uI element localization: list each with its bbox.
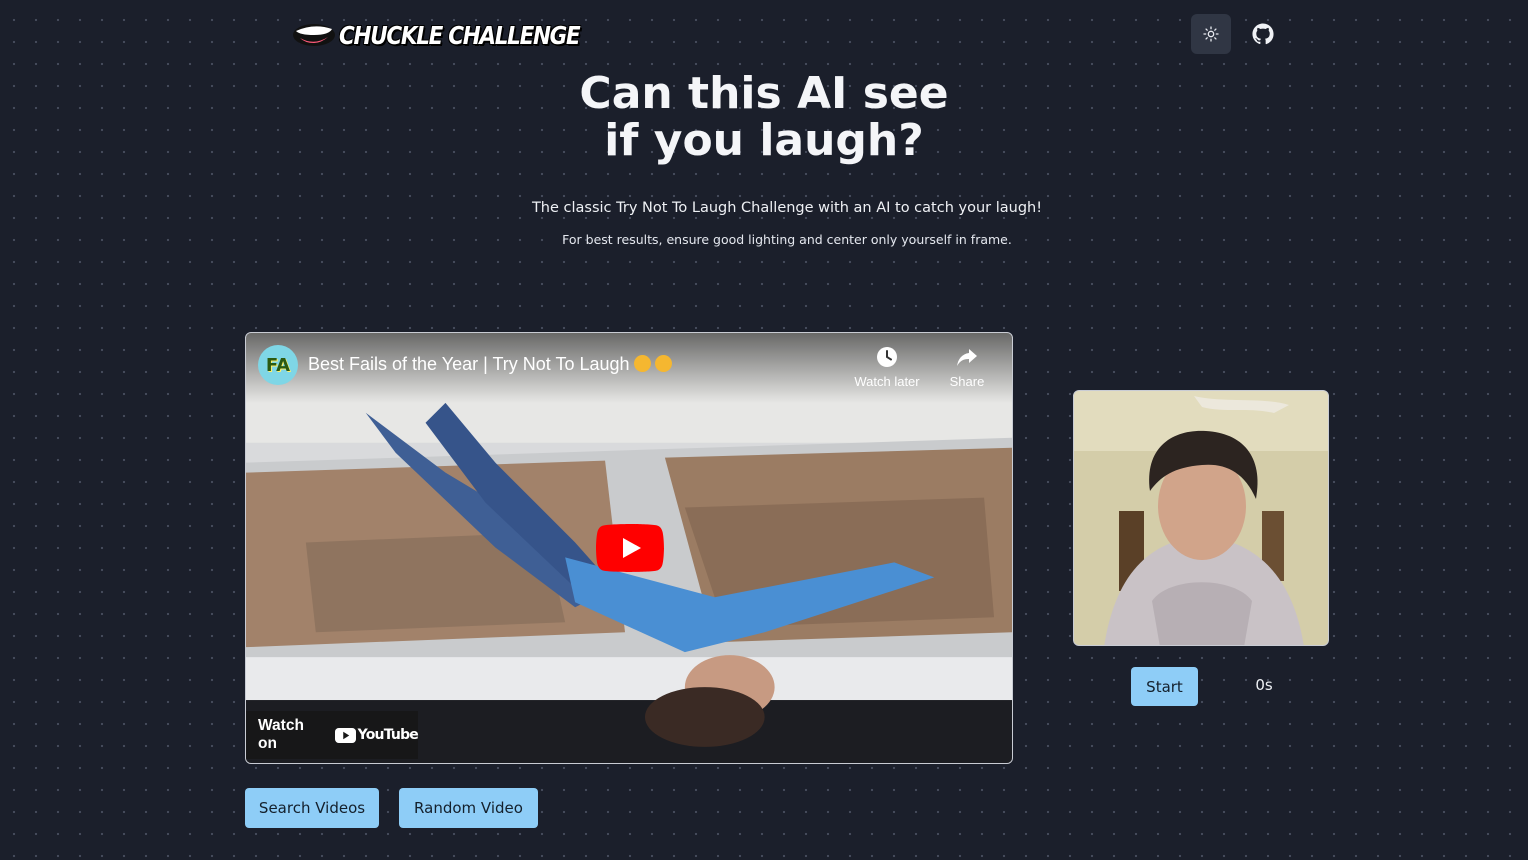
title-line-1: Can this AI see [579,68,949,119]
video-title[interactable]: Best Fails of the Year | Try Not To Laug… [308,354,672,375]
github-icon [1252,23,1274,45]
sun-icon [1203,26,1219,42]
lighting-note: For best results, ensure good lighting a… [562,232,1012,247]
watch-on-label: Watch on [258,717,304,752]
play-button-icon[interactable] [596,524,664,572]
title-line-2: if you laugh? [604,115,924,166]
github-link[interactable] [1243,14,1283,54]
clock-icon [877,347,897,367]
video-title-text: Best Fails of the Year | Try Not To Laug… [308,354,630,374]
theme-toggle-button[interactable] [1191,14,1231,54]
subtitle: The classic Try Not To Laugh Challenge w… [531,200,1043,216]
logo-text: CHUCKLE CHALLENGE [339,20,581,50]
youtube-logo: YouTube [334,727,419,743]
youtube-embed[interactable]: FA Best Fails of the Year | Try Not To L… [245,332,1013,764]
share-label: Share [949,374,985,389]
share-arrow-icon [957,349,977,366]
timer-display: 0s [1255,676,1273,694]
page-title: Can this AI see if you laugh? [0,70,1528,164]
laughing-emoji-icon [633,355,651,372]
laughing-mouth-icon [293,24,335,46]
channel-avatar[interactable]: FA [258,345,298,385]
webcam-image [1074,391,1328,645]
search-videos-button[interactable]: Search Videos [245,788,379,828]
laughing-emoji-icon [654,355,672,372]
youtube-play-icon [334,727,356,743]
watch-later-button[interactable]: Watch later [847,345,927,389]
share-button[interactable]: Share [927,345,1007,389]
start-button[interactable]: Start [1131,667,1198,706]
youtube-label: YouTube [357,727,419,743]
watch-on-youtube-link[interactable]: Watch on YouTube [246,711,419,759]
random-video-button[interactable]: Random Video [399,788,538,828]
logo[interactable]: CHUCKLE CHALLENGE [291,18,619,52]
watch-later-label: Watch later [854,374,920,389]
webcam-preview [1073,390,1329,646]
